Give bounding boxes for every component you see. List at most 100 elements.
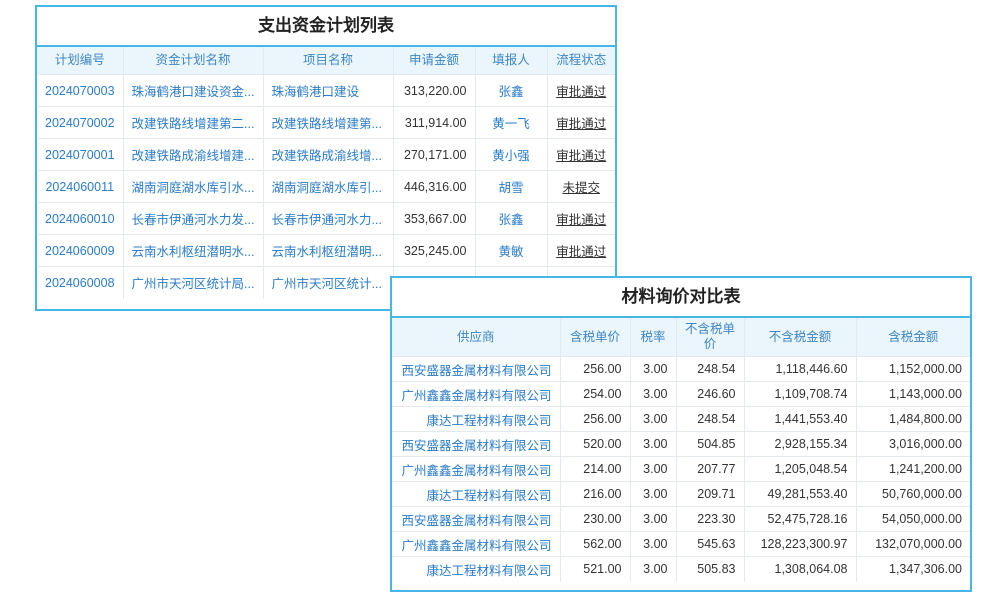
plan-table-row: 2024070003 珠海鹤港口建设资金... 珠海鹤港口建设 313,220.…: [37, 75, 615, 107]
fund-name-link[interactable]: 珠海鹤港口建设资金...: [132, 85, 255, 99]
status-link[interactable]: 审批通过: [556, 245, 606, 259]
supplier-cell: 广州鑫鑫金属材料有限公司: [392, 457, 560, 482]
plan-no-link[interactable]: 2024060008: [45, 276, 115, 290]
plan-no-link[interactable]: 2024060011: [45, 180, 114, 194]
plan-table-row: 2024060011 湖南洞庭湖水库引水... 湖南洞庭湖水库引... 446,…: [37, 171, 615, 203]
status-cell: 审批通过: [547, 235, 615, 267]
fund-name-link[interactable]: 长春市伊通河水力发...: [132, 213, 255, 227]
supplier-link[interactable]: 康达工程材料有限公司: [426, 414, 551, 428]
supplier-cell: 西安盛器金属材料有限公司: [392, 432, 560, 457]
supplier-cell: 康达工程材料有限公司: [392, 557, 560, 582]
filler-cell: 黄小强: [475, 139, 547, 171]
filler-link[interactable]: 张鑫: [498, 213, 523, 227]
fund-name-link[interactable]: 湖南洞庭湖水库引水...: [132, 181, 255, 195]
supplier-link[interactable]: 广州鑫鑫金属材料有限公司: [401, 464, 551, 478]
price-with-tax-cell: 520.00: [560, 432, 630, 457]
amount-no-tax-cell: 1,118,446.60: [744, 357, 856, 382]
price-with-tax-cell: 256.00: [560, 407, 630, 432]
quote-table-row: 西安盛器金属材料有限公司 520.00 3.00 504.85 2,928,15…: [392, 432, 970, 457]
supplier-link[interactable]: 康达工程材料有限公司: [426, 489, 551, 503]
plan-table-row: 2024070002 改建铁路线增建第二... 改建铁路线增建第... 311,…: [37, 107, 615, 139]
quote-table-row: 广州鑫鑫金属材料有限公司 562.00 3.00 545.63 128,223,…: [392, 532, 970, 557]
amount-cell: 353,667.00: [393, 203, 475, 235]
fund-name-link[interactable]: 广州市天河区统计局...: [132, 277, 255, 291]
fund-name-link[interactable]: 改建铁路线增建第二...: [132, 117, 255, 131]
plan-no-link[interactable]: 2024060009: [45, 244, 115, 258]
fund-name-cell: 广州市天河区统计局...: [123, 267, 263, 299]
supplier-cell: 康达工程材料有限公司: [392, 407, 560, 432]
status-link[interactable]: 审批通过: [556, 213, 606, 227]
expenditure-plan-panel: 支出资金计划列表 计划编号 资金计划名称 项目名称 申请金额 填报人 流程状态 …: [35, 5, 617, 311]
amount-with-tax-cell: 1,152,000.00: [856, 357, 970, 382]
fund-name-cell: 长春市伊通河水力发...: [123, 203, 263, 235]
plan-table-row: 2024070001 改建铁路成渝线增建... 改建铁路成渝线增... 270,…: [37, 139, 615, 171]
plan-no-cell: 2024070001: [37, 139, 123, 171]
price-with-tax-cell: 254.00: [560, 382, 630, 407]
status-cell: 未提交: [547, 171, 615, 203]
plan-no-cell: 2024060009: [37, 235, 123, 267]
col-header-amount: 申请金额: [393, 47, 475, 75]
project-name-cell: 云南水利枢纽潜明...: [263, 235, 393, 267]
project-name-cell: 改建铁路成渝线增...: [263, 139, 393, 171]
price-no-tax-cell: 246.60: [676, 382, 744, 407]
price-no-tax-cell: 504.85: [676, 432, 744, 457]
filler-link[interactable]: 黄敏: [498, 245, 523, 259]
supplier-link[interactable]: 广州鑫鑫金属材料有限公司: [401, 539, 551, 553]
tax-rate-cell: 3.00: [630, 557, 676, 582]
plan-table-header-row: 计划编号 资金计划名称 项目名称 申请金额 填报人 流程状态: [37, 47, 615, 75]
supplier-link[interactable]: 西安盛器金属材料有限公司: [401, 439, 551, 453]
fund-name-cell: 改建铁路成渝线增建...: [123, 139, 263, 171]
amount-with-tax-cell: 1,143,000.00: [856, 382, 970, 407]
supplier-link[interactable]: 西安盛器金属材料有限公司: [401, 514, 551, 528]
plan-no-link[interactable]: 2024070003: [45, 84, 115, 98]
status-link[interactable]: 审批通过: [556, 85, 606, 99]
amount-with-tax-cell: 132,070,000.00: [856, 532, 970, 557]
fund-name-link[interactable]: 改建铁路成渝线增建...: [132, 149, 255, 163]
project-name-link[interactable]: 湖南洞庭湖水库引...: [272, 181, 382, 195]
project-name-link[interactable]: 改建铁路线增建第...: [272, 117, 382, 131]
quote-table-row: 西安盛器金属材料有限公司 256.00 3.00 248.54 1,118,44…: [392, 357, 970, 382]
expenditure-plan-title: 支出资金计划列表: [37, 7, 615, 47]
fund-name-link[interactable]: 云南水利枢纽潜明水...: [132, 245, 255, 259]
col-header-price-with-tax: 含税单价: [560, 318, 630, 357]
status-link[interactable]: 审批通过: [556, 117, 606, 131]
expenditure-plan-table: 计划编号 资金计划名称 项目名称 申请金额 填报人 流程状态 202407000…: [37, 47, 615, 299]
project-name-link[interactable]: 云南水利枢纽潜明...: [272, 245, 382, 259]
project-name-link[interactable]: 长春市伊通河水力...: [272, 213, 382, 227]
tax-rate-cell: 3.00: [630, 457, 676, 482]
price-with-tax-cell: 216.00: [560, 482, 630, 507]
supplier-link[interactable]: 康达工程材料有限公司: [426, 564, 551, 578]
amount-no-tax-cell: 49,281,553.40: [744, 482, 856, 507]
price-no-tax-cell: 223.30: [676, 507, 744, 532]
filler-cell: 黄敏: [475, 235, 547, 267]
plan-no-link[interactable]: 2024070002: [45, 116, 115, 130]
filler-link[interactable]: 张鑫: [498, 85, 523, 99]
price-with-tax-cell: 230.00: [560, 507, 630, 532]
plan-table-body: 2024070003 珠海鹤港口建设资金... 珠海鹤港口建设 313,220.…: [37, 75, 615, 299]
status-link[interactable]: 未提交: [562, 181, 600, 195]
supplier-link[interactable]: 广州鑫鑫金属材料有限公司: [401, 389, 551, 403]
supplier-cell: 西安盛器金属材料有限公司: [392, 507, 560, 532]
amount-no-tax-cell: 52,475,728.16: [744, 507, 856, 532]
filler-link[interactable]: 黄小强: [492, 149, 530, 163]
plan-no-cell: 2024060011: [37, 171, 123, 203]
plan-no-link[interactable]: 2024070001: [45, 148, 115, 162]
project-name-cell: 改建铁路线增建第...: [263, 107, 393, 139]
plan-no-cell: 2024070002: [37, 107, 123, 139]
col-header-fund-name: 资金计划名称: [123, 47, 263, 75]
project-name-link[interactable]: 广州市天河区统计...: [272, 277, 382, 291]
plan-no-link[interactable]: 2024060010: [45, 212, 115, 226]
col-header-amount-no-tax: 不含税金额: [744, 318, 856, 357]
supplier-cell: 西安盛器金属材料有限公司: [392, 357, 560, 382]
status-cell: 审批通过: [547, 107, 615, 139]
status-cell: 审批通过: [547, 139, 615, 171]
filler-link[interactable]: 黄一飞: [492, 117, 530, 131]
supplier-link[interactable]: 西安盛器金属材料有限公司: [401, 364, 551, 378]
status-link[interactable]: 审批通过: [556, 149, 606, 163]
project-name-link[interactable]: 珠海鹤港口建设: [272, 85, 360, 99]
project-name-link[interactable]: 改建铁路成渝线增...: [272, 149, 382, 163]
amount-with-tax-cell: 1,241,200.00: [856, 457, 970, 482]
filler-cell: 胡雪: [475, 171, 547, 203]
filler-link[interactable]: 胡雪: [498, 181, 523, 195]
price-no-tax-cell: 209.71: [676, 482, 744, 507]
